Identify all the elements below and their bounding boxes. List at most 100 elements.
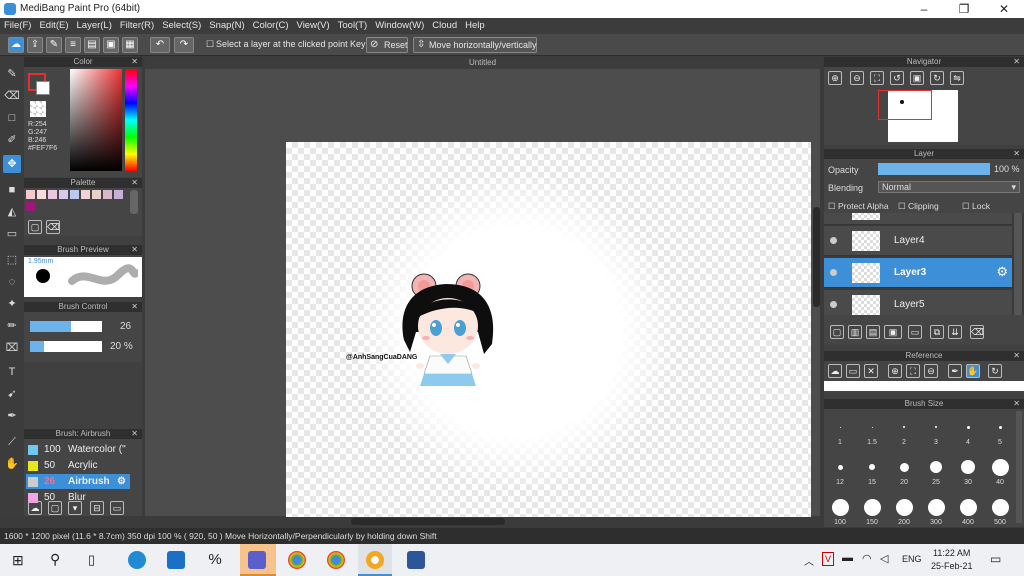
delete-palette-icon[interactable]: ⌫	[46, 220, 60, 234]
brush-size-dot[interactable]	[903, 426, 905, 428]
palette-swatch[interactable]	[81, 190, 90, 199]
palette-swatch[interactable]	[92, 190, 101, 199]
saturation-value-picker[interactable]	[70, 69, 122, 171]
new-layer-icon[interactable]: ▢	[830, 325, 844, 339]
brush-item-airbrush[interactable]: 26 Airbrush ⚙	[26, 474, 130, 489]
palette-swatch[interactable]	[26, 202, 35, 211]
operation-tool-icon[interactable]: ➹	[3, 385, 21, 403]
menu-help[interactable]: Help	[465, 18, 485, 34]
brush-menu-icon[interactable]: ▾	[68, 501, 82, 515]
search-icon[interactable]: ⚲	[50, 551, 60, 568]
restore-button[interactable]: ❐	[944, 0, 984, 18]
chrome-icon[interactable]	[288, 551, 306, 569]
select-pen-tool-icon[interactable]: ✏	[3, 317, 21, 335]
antivirus-icon[interactable]: V	[822, 552, 834, 566]
rotate-left-icon[interactable]: ↺	[890, 71, 904, 85]
brush-size-dot[interactable]	[871, 426, 873, 428]
brush-size-scrollbar[interactable]	[1016, 411, 1022, 523]
brush-settings-gear-icon[interactable]: ⚙	[117, 474, 126, 489]
canvas-paper[interactable]: @AnhSangCuaDANG	[286, 142, 811, 517]
teams-icon[interactable]	[248, 551, 266, 569]
zoom-out-icon[interactable]: ⊖	[850, 71, 864, 85]
brush-item-acrylic[interactable]: 50 Acrylic	[26, 458, 130, 473]
brush-size-dot[interactable]	[966, 425, 970, 429]
brush-size-dot[interactable]	[831, 498, 849, 516]
new-folder-icon[interactable]: ▭	[908, 325, 922, 339]
wifi-icon[interactable]: ◠	[862, 552, 872, 565]
brush-settings-icon[interactable]: ⊟	[90, 501, 104, 515]
text-icon[interactable]: ≡	[65, 37, 81, 53]
menu-view[interactable]: View(V)	[297, 18, 330, 34]
word-icon[interactable]	[407, 551, 425, 569]
layer-row-layer4[interactable]: Layer4	[824, 226, 1012, 256]
palette-swatch[interactable]	[103, 190, 112, 199]
rotate-right-icon[interactable]: ↻	[930, 71, 944, 85]
canvas-vertical-scrollbar[interactable]	[813, 207, 820, 307]
gradient-tool-icon[interactable]: ▭	[3, 225, 21, 243]
brush-size-dot[interactable]	[837, 464, 843, 470]
eyedropper-tool-icon[interactable]: ✒	[3, 407, 21, 425]
visibility-eye-icon[interactable]	[830, 269, 837, 276]
menu-window[interactable]: Window(W)	[375, 18, 424, 34]
menu-filter[interactable]: Filter(R)	[120, 18, 154, 34]
page-icon[interactable]: ▤	[84, 37, 100, 53]
fit-icon[interactable]: ⛶	[870, 71, 884, 85]
reset-button[interactable]: ⊘ Reset	[366, 37, 408, 53]
layer-opacity-slider[interactable]	[878, 163, 990, 175]
clipping-checkbox[interactable]: ☐ Clipping	[898, 201, 939, 212]
palette-swatch[interactable]	[37, 190, 46, 199]
layer-row-partial[interactable]	[824, 213, 1012, 225]
layer-settings-gear-icon[interactable]: ⚙	[996, 264, 1008, 280]
close-button[interactable]: ✕	[984, 0, 1024, 18]
pen-tool-icon[interactable]: ✐	[3, 131, 21, 149]
brush-size-dot[interactable]	[959, 498, 977, 516]
notification-icon[interactable]: ▭	[990, 552, 1001, 566]
delete-layer-icon[interactable]: ⌫	[970, 325, 984, 339]
comment-icon[interactable]: ✎	[46, 37, 62, 53]
fill-rect-tool-icon[interactable]: ■	[3, 181, 21, 199]
select-layer-checkbox[interactable]: ☐	[206, 39, 214, 50]
canvas-horizontal-scrollbar[interactable]	[351, 518, 505, 525]
actual-size-icon[interactable]: ▣	[910, 71, 924, 85]
palette-swatch[interactable]	[48, 190, 57, 199]
battery-icon[interactable]: ▬	[842, 552, 853, 564]
brush-item-watercolor[interactable]: 100 Watercolor ("	[26, 442, 130, 457]
menu-tool[interactable]: Tool(T)	[338, 18, 368, 34]
move-hv-button[interactable]: ⇳ Move horizontally/vertically	[413, 37, 537, 53]
medibang-icon[interactable]	[366, 551, 384, 569]
transparent-color-swatch[interactable]	[30, 101, 46, 117]
visibility-eye-icon[interactable]	[830, 301, 837, 308]
canvas-area[interactable]: Untitled @AnhSangCuaDANG	[145, 57, 820, 525]
chevron-up-icon[interactable]: ︿	[804, 553, 814, 568]
secondary-color-swatch[interactable]	[36, 81, 50, 95]
ref-eyedropper-icon[interactable]: ✒	[948, 364, 962, 378]
brush-opacity-slider[interactable]	[30, 341, 102, 352]
menu-edit[interactable]: Edit(E)	[39, 18, 68, 34]
menu-cloud[interactable]: Cloud	[432, 18, 457, 34]
add-brush-cloud-icon[interactable]: ☁	[28, 501, 42, 515]
redo-icon[interactable]: ↷	[174, 37, 194, 53]
canvas-tab[interactable]: Untitled	[145, 57, 820, 69]
save-icon[interactable]: ▣	[103, 37, 119, 53]
reference-view[interactable]	[824, 381, 1024, 391]
undo-icon[interactable]: ↶	[150, 37, 170, 53]
share-icon[interactable]: ⇪	[27, 37, 43, 53]
brush-folder-icon[interactable]: ▭	[110, 501, 124, 515]
brush-size-dot[interactable]	[895, 498, 913, 516]
palette-swatch[interactable]	[70, 190, 79, 199]
hue-slider[interactable]	[125, 69, 137, 171]
layer-list-scrollbar[interactable]	[1014, 213, 1022, 315]
magic-wand-tool-icon[interactable]: ✦	[3, 295, 21, 313]
edge-icon[interactable]	[128, 551, 146, 569]
mail-icon[interactable]	[167, 551, 185, 569]
menu-select[interactable]: Select(S)	[162, 18, 201, 34]
text-tool-icon[interactable]: T	[3, 363, 21, 381]
brush-size-dot[interactable]	[927, 498, 945, 516]
brush-size-dot[interactable]	[991, 458, 1009, 476]
chrome-profile-icon[interactable]	[327, 551, 345, 569]
clock-time[interactable]: 11:22 AM	[933, 548, 970, 558]
move-tool-icon[interactable]: ✥	[3, 155, 21, 173]
ref-open-icon[interactable]: ▭	[846, 364, 860, 378]
ref-cloud-icon[interactable]: ☁	[828, 364, 842, 378]
brush-size-slider[interactable]	[30, 321, 102, 332]
